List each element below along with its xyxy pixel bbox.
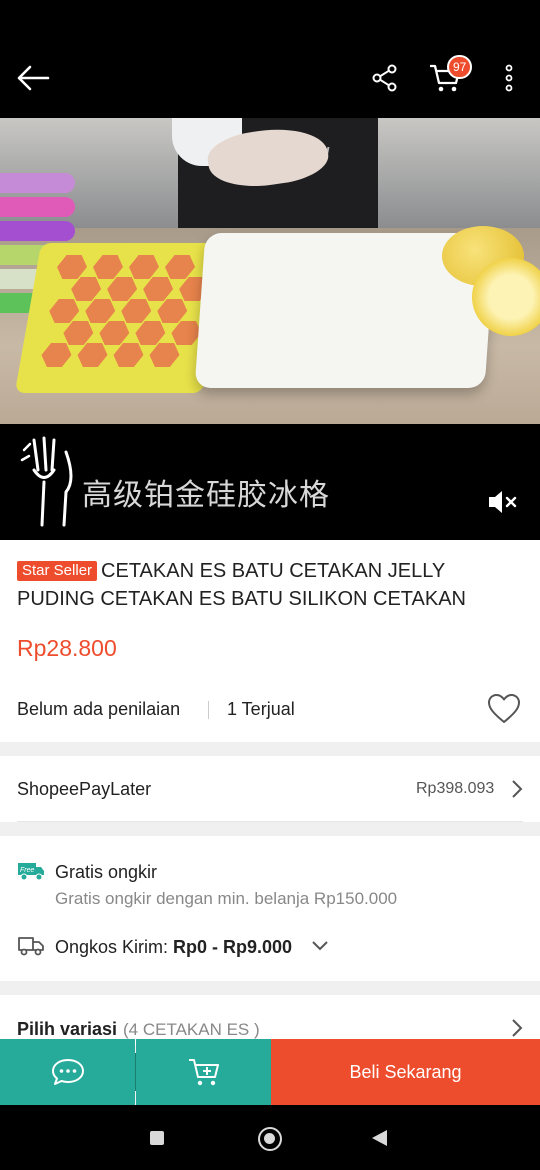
more-vertical-icon[interactable] [484, 52, 534, 104]
shipping-cost: Ongkos Kirim: Rp0 - Rp9.000 [55, 937, 292, 958]
chat-bubble-icon [51, 1059, 84, 1085]
volume-mute-icon[interactable] [486, 487, 520, 517]
divider [208, 701, 209, 719]
variation-label: Pilih variasi [17, 1019, 118, 1039]
sold-count: 1 Terjual [227, 699, 295, 719]
shipping-cost-label: Ongkos Kirim: [55, 937, 174, 957]
heart-outline-icon[interactable] [487, 693, 521, 725]
bottom-action-bar: Beli Sekarang [0, 1039, 540, 1105]
paylater-amount: Rp398.093 [416, 780, 495, 797]
paylater-label: ShopeePayLater [17, 779, 152, 799]
arrow-left-icon[interactable] [8, 52, 58, 104]
chat-button[interactable] [0, 1039, 135, 1105]
product-title: Star Seller CETAKAN ES BATU CETAKAN JELLY… [17, 557, 527, 613]
shipping-section[interactable]: Free Gratis ongkir Gratis ongkir dengan … [0, 836, 540, 981]
buy-now-button[interactable]: Beli Sekarang [271, 1039, 540, 1105]
free-shipping-subtitle: Gratis ongkir dengan min. belanja Rp150.… [55, 889, 398, 908]
rating-text[interactable]: Belum ada penilaian [17, 699, 180, 720]
paylater-row[interactable]: ShopeePayLater Rp398.093 [0, 756, 540, 822]
free-shipping-title: Gratis ongkir [55, 862, 158, 882]
video-caption: 高级铂金硅胶冰格 [82, 478, 330, 513]
fork-logo-icon [20, 436, 73, 527]
lemon-half [472, 258, 540, 336]
product-video[interactable]: Nu [0, 118, 540, 540]
free-shipping-icon: Free [18, 863, 44, 881]
variation-row[interactable]: Pilih variasi (4 CETAKAN ES ) [0, 995, 540, 1045]
star-seller-badge: Star Seller [17, 561, 98, 581]
chevron-right-icon [512, 1019, 523, 1037]
add-to-cart-icon [188, 1059, 219, 1086]
recent-apps-icon[interactable] [150, 1131, 164, 1145]
top-app-bar: 97 [0, 0, 540, 118]
back-triangle-icon[interactable] [372, 1130, 387, 1146]
video-frame: Nu [0, 118, 540, 424]
product-page: 97 Nu [0, 0, 540, 1170]
product-price: Rp28.800 [17, 635, 117, 661]
share-icon[interactable] [360, 52, 410, 104]
shipping-cost-value: Rp0 - Rp9.000 [173, 937, 293, 957]
add-to-cart-button[interactable] [136, 1039, 271, 1105]
chevron-down-icon[interactable] [311, 939, 329, 953]
truck-icon [18, 937, 44, 956]
svg-text:Free: Free [20, 867, 35, 874]
home-icon[interactable] [258, 1127, 282, 1151]
chevron-right-icon [512, 780, 523, 798]
variation-value: (4 CETAKAN ES ) [123, 1020, 260, 1039]
product-info: Star Seller CETAKAN ES BATU CETAKAN JELLY… [0, 540, 540, 742]
system-nav-bar [0, 1105, 540, 1170]
cart-count-badge: 97 [447, 55, 473, 79]
